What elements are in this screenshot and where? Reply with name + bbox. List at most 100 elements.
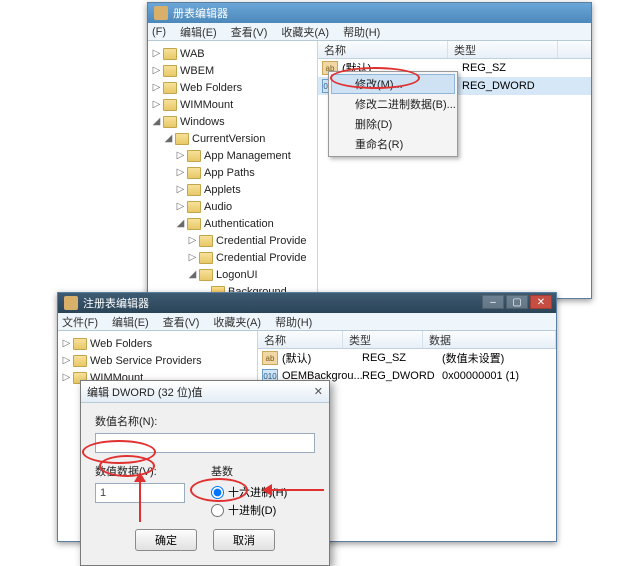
tree-pane[interactable]: ▷WAB▷WBEM▷Web Folders▷WIMMount◢Windows◢C…	[148, 41, 318, 298]
tree-label: LogonUI	[216, 269, 258, 281]
menu-fav[interactable]: 收藏夹(A)	[281, 24, 329, 40]
cancel-button[interactable]: 取消	[213, 529, 275, 551]
base-label: 基数	[211, 463, 287, 479]
tree-label: Windows	[180, 116, 225, 128]
titlebar[interactable]: 注册表编辑器 ‒ ▢ ✕	[58, 293, 556, 313]
list-header[interactable]: 名称 类型	[318, 41, 591, 59]
expand-icon[interactable]: ▷	[62, 338, 71, 349]
ctx-rename[interactable]: 重命名(R)	[331, 134, 455, 154]
regedit-window-top[interactable]: 册表编辑器 (F) 编辑(E) 查看(V) 收藏夹(A) 帮助(H) ▷WAB▷…	[147, 2, 592, 299]
expand-icon[interactable]: ▷	[152, 82, 161, 93]
expand-icon[interactable]: ▷	[62, 355, 71, 366]
expand-icon[interactable]: ◢	[164, 133, 173, 144]
menu-edit[interactable]: 编辑(E)	[180, 24, 217, 40]
close-button[interactable]: ✕	[530, 295, 552, 309]
maximize-button[interactable]: ▢	[506, 295, 528, 309]
minimize-button[interactable]: ‒	[482, 295, 504, 309]
radio-hex[interactable]: 十六进制(H)	[211, 483, 287, 501]
window-title: 注册表编辑器	[83, 295, 149, 311]
tree-node[interactable]: ◢ LogonUI	[152, 266, 317, 283]
tree-label: Web Folders	[90, 338, 152, 350]
ok-button[interactable]: 确定	[135, 529, 197, 551]
radio-dec[interactable]: 十进制(D)	[211, 501, 287, 519]
tree-node[interactable]: ◢ Authentication	[152, 215, 317, 232]
expand-icon[interactable]: ▷	[152, 99, 161, 110]
folder-icon	[73, 338, 87, 350]
folder-icon	[163, 82, 177, 94]
folder-icon	[187, 201, 201, 213]
menu-help[interactable]: 帮助(H)	[275, 314, 312, 330]
tree-node[interactable]: ▷ Web Service Providers	[62, 352, 257, 369]
dialog-title-bar[interactable]: 编辑 DWORD (32 位)值 ✕	[81, 381, 329, 403]
tree-label: Authentication	[204, 218, 274, 230]
ctx-modify[interactable]: 修改(M)...	[331, 74, 455, 94]
tree-label: Web Service Providers	[90, 355, 202, 367]
expand-icon[interactable]: ▷	[152, 65, 161, 76]
list-header[interactable]: 名称 类型 数据	[258, 331, 556, 349]
tree-node[interactable]: ▷ Credential Provide	[152, 249, 317, 266]
col-type[interactable]: 类型	[343, 331, 423, 348]
tree-node[interactable]: ▷ Audio	[152, 198, 317, 215]
titlebar[interactable]: 册表编辑器	[148, 3, 591, 23]
expand-icon[interactable]: ▷	[152, 48, 161, 59]
menubar[interactable]: (F) 编辑(E) 查看(V) 收藏夹(A) 帮助(H)	[148, 23, 591, 41]
menu-help[interactable]: 帮助(H)	[343, 24, 380, 40]
col-type[interactable]: 类型	[448, 41, 558, 58]
tree-label: Credential Provide	[216, 252, 307, 264]
tree-node[interactable]: ◢ Windows	[152, 113, 317, 130]
tree-label: WAB	[180, 48, 205, 60]
dialog-close-button[interactable]: ✕	[314, 385, 323, 398]
cell-type: REG_DWORD	[462, 80, 572, 92]
menu-view[interactable]: 查看(V)	[163, 314, 200, 330]
menu-fav[interactable]: 收藏夹(A)	[213, 314, 261, 330]
value-data-input[interactable]	[95, 483, 185, 503]
tree-node[interactable]: ◢CurrentVersion	[152, 130, 317, 147]
tree-node[interactable]: ▷ WAB	[152, 45, 317, 62]
expand-icon[interactable]: ▷	[176, 201, 185, 212]
folder-icon	[199, 269, 213, 281]
col-data[interactable]: 数据	[423, 331, 556, 348]
tree-node[interactable]: ▷App Paths	[152, 164, 317, 181]
expand-icon[interactable]: ◢	[188, 269, 197, 280]
menu-file[interactable]: 文件(F)	[62, 314, 98, 330]
tree-node[interactable]: ▷Web Folders	[152, 79, 317, 96]
cell-data: (数值未设置)	[442, 350, 504, 366]
ctx-modify-binary[interactable]: 修改二进制数据(B)...	[331, 94, 455, 114]
expand-icon[interactable]: ▷	[176, 167, 185, 178]
tree-node[interactable]: ▷ Applets	[152, 181, 317, 198]
expand-icon[interactable]: ▷	[176, 184, 185, 195]
tree-node[interactable]: ▷WIMMount	[152, 96, 317, 113]
folder-icon	[163, 99, 177, 111]
context-menu[interactable]: 修改(M)... 修改二进制数据(B)... 删除(D) 重命名(R)	[328, 71, 458, 157]
window-title: 册表编辑器	[173, 5, 228, 21]
expand-icon[interactable]: ▷	[188, 235, 197, 246]
tree-label: App Management	[204, 150, 291, 162]
radio-hex-input[interactable]	[211, 486, 224, 499]
menu-view[interactable]: 查看(V)	[231, 24, 268, 40]
radio-dec-input[interactable]	[211, 504, 224, 517]
value-data-label: 数值数据(V):	[95, 463, 185, 479]
expand-icon[interactable]: ▷	[188, 252, 197, 263]
col-name[interactable]: 名称	[258, 331, 343, 348]
tree-label: Audio	[204, 201, 232, 213]
tree-node[interactable]: ▷ App Management	[152, 147, 317, 164]
value-name-input[interactable]	[95, 433, 315, 453]
ctx-delete[interactable]: 删除(D)	[331, 114, 455, 134]
expand-icon[interactable]: ▷	[176, 150, 185, 161]
menu-file[interactable]: (F)	[152, 26, 166, 38]
tree-node[interactable]: ▷Credential Provide	[152, 232, 317, 249]
folder-icon	[187, 150, 201, 162]
app-icon	[154, 6, 168, 20]
expand-icon[interactable]: ▷	[62, 372, 71, 383]
menubar[interactable]: 文件(F) 编辑(E) 查看(V) 收藏夹(A) 帮助(H)	[58, 313, 556, 331]
col-name[interactable]: 名称	[318, 41, 448, 58]
edit-dword-dialog[interactable]: 编辑 DWORD (32 位)值 ✕ 数值名称(N): 数值数据(V): 基数 …	[80, 380, 330, 566]
expand-icon[interactable]: ◢	[176, 218, 185, 229]
tree-node[interactable]: ▷WBEM	[152, 62, 317, 79]
tree-label: Applets	[204, 184, 241, 196]
menu-edit[interactable]: 编辑(E)	[112, 314, 149, 330]
list-row[interactable]: ab(默认)REG_SZ(数值未设置)	[258, 349, 556, 367]
expand-icon[interactable]: ◢	[152, 116, 161, 127]
tree-node[interactable]: ▷ Web Folders	[62, 335, 257, 352]
folder-icon	[199, 235, 213, 247]
